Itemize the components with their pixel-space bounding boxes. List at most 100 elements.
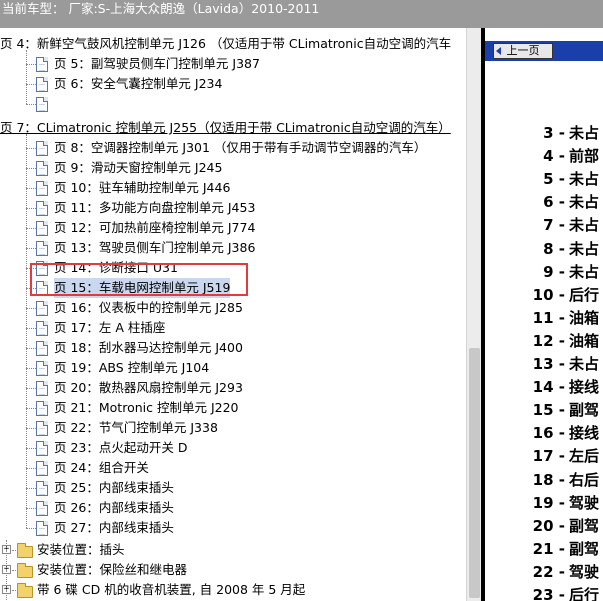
document-icon <box>36 97 48 112</box>
document-icon <box>36 321 48 336</box>
pin-row: 5 - 未占 <box>485 168 603 190</box>
tree-leaf[interactable]: 页 22：节气门控制单元 J338 <box>0 418 466 438</box>
folder-icon <box>17 583 33 598</box>
tree-leaf[interactable]: 页 10：驻车辅助控制单元 J446 <box>0 178 466 198</box>
tree-leaf[interactable]: 页 16：仪表板中的控制单元 J285 <box>0 298 466 318</box>
window-title-bar: 当前车型： 厂家:S-上海大众朗逸（Lavida）2010-2011 <box>0 0 603 28</box>
prev-arrow-icon <box>496 47 501 55</box>
pin-number: 20 - <box>532 516 565 535</box>
tree-leaf[interactable]: 页 5：副驾驶员侧车门控制单元 J387 <box>0 54 466 74</box>
tree-leaf[interactable]: 页 8：空调器控制单元 J301 （仅用于带有手动调节空调器的汽车） <box>0 138 466 158</box>
pin-row: 15 - 副驾 <box>485 399 603 421</box>
document-icon <box>36 261 48 276</box>
tree-leaf[interactable]: 页 6：安全气囊控制单元 J234 <box>0 74 466 94</box>
pin-row: 18 - 右后 <box>485 469 603 491</box>
tree-leaf[interactable]: 页 21：Motronic 控制单元 J220 <box>0 398 466 418</box>
tree-folder[interactable]: + 安装位置：插头 <box>0 540 466 560</box>
tree-scrollbar[interactable] <box>466 28 481 601</box>
tree-leaf-label: 页 24：组合开关 <box>54 460 149 475</box>
tree-leaf-label: 页 23：点火起动开关 D <box>54 440 188 455</box>
tree-leaf[interactable] <box>0 94 466 114</box>
pin-row: 3 - 未占 <box>485 122 603 144</box>
tree-leaf[interactable]: 页 12：可加热前座椅控制单元 J774 <box>0 218 466 238</box>
tree-connector <box>26 64 36 65</box>
tree-leaf-label: 页 5：副驾驶员侧车门控制单元 J387 <box>54 56 260 71</box>
scrollbar-thumb[interactable] <box>469 348 480 598</box>
folder-icon <box>17 563 33 578</box>
tree-leaf[interactable]: 页 18：刮水器马达控制单元 J400 <box>0 338 466 358</box>
pin-number: 9 - <box>543 262 565 281</box>
tree-leaf[interactable]: 页 13：驾驶员侧车门控制单元 J386 <box>0 238 466 258</box>
tree-leaf-label: 页 19：ABS 控制单元 J104 <box>54 360 210 375</box>
tree-node-label: 页 7：CLimatronic 控制单元 J255（仅适用于带 CLimatro… <box>0 120 451 135</box>
tree-leaf[interactable]: 页 20：散热器风扇控制单元 J293 <box>0 378 466 398</box>
tree-connector <box>26 148 36 149</box>
tree-guide <box>6 540 7 601</box>
pin-description: 未占 <box>569 262 600 281</box>
pin-row: 4 - 前部 <box>485 145 603 167</box>
tree-leaf[interactable]: 页 9：滑动天窗控制单元 J245 <box>0 158 466 178</box>
tree-folder-label: 安装位置：插头 <box>37 542 125 557</box>
document-icon <box>36 301 48 316</box>
pin-row: 19 - 驾驶 <box>485 492 603 514</box>
pin-number: 12 - <box>532 331 565 350</box>
tree-connector <box>26 488 36 489</box>
tree-leaf-label: 页 16：仪表板中的控制单元 J285 <box>54 300 243 315</box>
tree-leaf[interactable]: 页 24：组合开关 <box>0 458 466 478</box>
pin-description: 后行 <box>569 586 600 601</box>
tree-connector <box>26 368 36 369</box>
diagram-pane: 上一页 3 - 未占 4 - 前部 5 - 未占 6 - 未占 7 - 未占 8 - 未占 9 - 未占 1… <box>485 28 603 601</box>
tree-leaf[interactable]: 页 15：车载电网控制单元 J519 <box>0 278 466 298</box>
tree-leaf[interactable]: 页 27：内部线束插头 <box>0 518 466 538</box>
tree-leaf[interactable]: 页 17：左 A 柱插座 <box>0 318 466 338</box>
tree-connector <box>26 208 36 209</box>
prev-page-button[interactable]: 上一页 <box>493 43 553 59</box>
document-icon <box>36 361 48 376</box>
pin-number: 21 - <box>532 539 565 558</box>
tree-guide <box>26 134 27 528</box>
tree-connector <box>26 104 36 105</box>
tree-leaf[interactable]: 页 14：诊断接口 U31 <box>0 258 466 278</box>
pin-row: 12 - 油箱 <box>485 330 603 352</box>
tree-connector <box>26 328 36 329</box>
tree-connector <box>26 388 36 389</box>
document-icon <box>36 481 48 496</box>
pin-row: 13 - 未占 <box>485 353 603 375</box>
pin-number: 18 - <box>532 470 565 489</box>
title-text: 当前车型： 厂家:S-上海大众朗逸（Lavida）2010-2011 <box>2 1 320 16</box>
pin-description: 副驾 <box>569 539 600 558</box>
tree-connector <box>26 188 36 189</box>
tree-leaf-label: 页 22：节气门控制单元 J338 <box>54 420 218 435</box>
tree-connector <box>12 570 16 571</box>
tree-leaf[interactable]: 页 23：点火起动开关 D <box>0 438 466 458</box>
pin-description: 驾驶 <box>569 493 600 512</box>
pin-description: 未占 <box>569 124 600 142</box>
tree-leaf[interactable]: 页 19：ABS 控制单元 J104 <box>0 358 466 378</box>
pin-description: 油箱 <box>569 308 600 327</box>
tree-folder[interactable]: + 安装位置：保险丝和继电器 <box>0 560 466 580</box>
document-tree[interactable]: 页 4：新鲜空气鼓风机控制单元 J126 （仅适用于带 CLimatronic自… <box>0 28 466 601</box>
tree-leaf[interactable]: 页 26：内部线束插头 <box>0 498 466 518</box>
tree-leaf-label: 页 9：滑动天窗控制单元 J245 <box>54 160 223 175</box>
tree-leaf[interactable]: 页 11：多功能方向盘控制单元 J453 <box>0 198 466 218</box>
tree-leaf[interactable]: 页 25：内部线束插头 <box>0 478 466 498</box>
tree-leaf-label: 页 6：安全气囊控制单元 J234 <box>54 76 223 91</box>
document-icon <box>36 181 48 196</box>
tree-folder[interactable]: + 带 6 碟 CD 机的收音机装置, 自 2008 年 5 月起 <box>0 580 466 600</box>
pin-number: 3 - <box>543 124 565 142</box>
pin-number: 11 - <box>532 308 565 327</box>
pin-description: 未占 <box>569 193 600 212</box>
tree-connector <box>26 84 36 85</box>
pin-number: 19 - <box>532 493 565 512</box>
tree-folder-label: 安装位置：保险丝和继电器 <box>37 562 188 577</box>
tree-connector <box>26 448 36 449</box>
pin-row: 16 - 接线 <box>485 422 603 444</box>
document-icon <box>36 441 48 456</box>
tree-leaf-label: 页 12：可加热前座椅控制单元 J774 <box>54 220 256 235</box>
tree-leaf-label: 页 26：内部线束插头 <box>54 500 174 515</box>
pin-number: 14 - <box>532 378 565 397</box>
document-icon <box>36 341 48 356</box>
pin-row: 11 - 油箱 <box>485 307 603 329</box>
tree-connector <box>12 590 16 591</box>
pin-description: 右后 <box>569 470 600 489</box>
